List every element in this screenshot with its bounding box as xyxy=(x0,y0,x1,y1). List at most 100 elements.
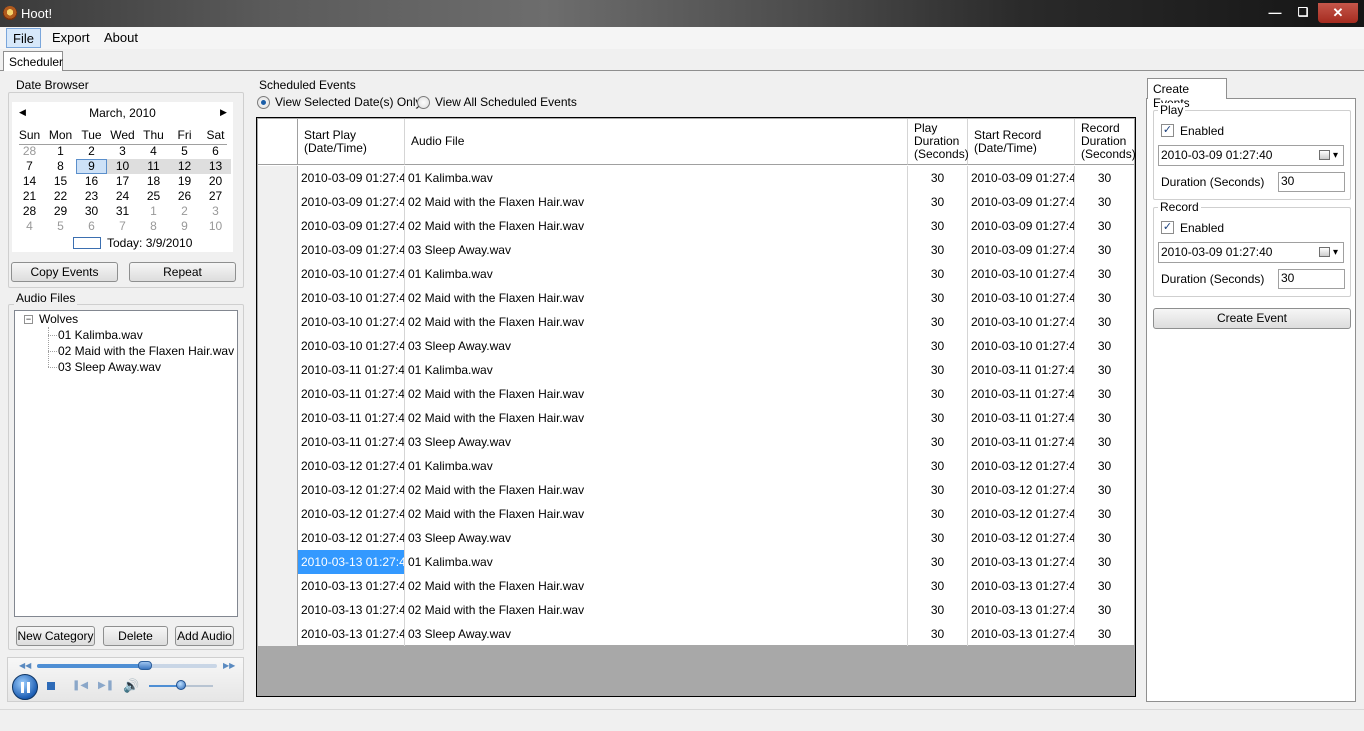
cell-play-duration[interactable]: 30 xyxy=(908,190,968,214)
calendar-day[interactable]: 29 xyxy=(45,204,76,219)
row-header[interactable] xyxy=(258,166,298,190)
dropdown-arrow-icon[interactable]: ▾ xyxy=(1333,243,1338,262)
calendar-day[interactable]: 30 xyxy=(76,204,107,219)
calendar-day[interactable]: 4 xyxy=(14,219,45,234)
table-row[interactable]: 2010-03-12 01:27:40 03 Sleep Away.wav 30 20… xyxy=(258,526,1134,550)
cell-play-duration[interactable]: 30 xyxy=(908,382,968,406)
cell-start-play[interactable]: 2010-03-10 01:27:40 xyxy=(298,334,405,358)
calendar-day[interactable]: 3 xyxy=(200,204,231,219)
calendar-day[interactable]: 12 xyxy=(169,159,200,174)
cell-record-duration[interactable]: 30 xyxy=(1075,454,1134,478)
calendar-day[interactable]: 27 xyxy=(200,189,231,204)
cell-record-duration[interactable]: 30 xyxy=(1075,598,1134,622)
cell-audio-file[interactable]: 01 Kalimba.wav xyxy=(405,358,908,382)
cell-play-duration[interactable]: 30 xyxy=(908,598,968,622)
table-row[interactable]: 2010-03-10 01:27:40 01 Kalimba.wav 30 2010-… xyxy=(258,262,1134,286)
calendar-icon[interactable] xyxy=(1319,150,1330,160)
calendar-day[interactable]: 21 xyxy=(14,189,45,204)
cell-start-record[interactable]: 2010-03-11 01:27:40 xyxy=(968,382,1075,406)
cell-start-play[interactable]: 2010-03-10 01:27:40 xyxy=(298,262,405,286)
cell-start-play[interactable]: 2010-03-13 01:27:40 xyxy=(298,550,405,574)
table-row[interactable]: 2010-03-11 01:27:40 02 Maid with the Flax… xyxy=(258,382,1134,406)
tree-category-wolves[interactable]: Wolves xyxy=(39,311,78,327)
cell-play-duration[interactable]: 30 xyxy=(908,574,968,598)
calendar-day[interactable]: 6 xyxy=(200,144,231,159)
cell-record-duration[interactable]: 30 xyxy=(1075,310,1134,334)
calendar-month-title[interactable]: March, 2010 xyxy=(12,106,233,120)
row-header[interactable] xyxy=(258,598,298,622)
cell-play-duration[interactable]: 30 xyxy=(908,286,968,310)
cell-start-play[interactable]: 2010-03-09 01:27:40 xyxy=(298,190,405,214)
calendar-day[interactable]: 31 xyxy=(107,204,138,219)
row-header[interactable] xyxy=(258,382,298,406)
calendar-day[interactable]: 19 xyxy=(169,174,200,189)
calendar-icon[interactable] xyxy=(1319,247,1330,257)
play-datetime-picker[interactable]: 2010-03-09 01:27:40 ▾ xyxy=(1158,145,1344,166)
cell-start-record[interactable]: 2010-03-11 01:27:40 xyxy=(968,430,1075,454)
row-header[interactable] xyxy=(258,262,298,286)
calendar-day[interactable]: 26 xyxy=(169,189,200,204)
row-header[interactable] xyxy=(258,502,298,526)
cell-play-duration[interactable]: 30 xyxy=(908,214,968,238)
month-calendar[interactable]: ◀ March, 2010 ▶ Sun Mon Tue Wed Thu Fri Sat 28… xyxy=(12,102,233,252)
cell-start-play[interactable]: 2010-03-13 01:27:40 xyxy=(298,622,405,646)
cell-audio-file[interactable]: 02 Maid with the Flaxen Hair.wav xyxy=(405,286,908,310)
cell-audio-file[interactable]: 03 Sleep Away.wav xyxy=(405,526,908,550)
row-header[interactable] xyxy=(258,286,298,310)
table-row[interactable]: 2010-03-13 01:27:40 02 Maid with the Flax… xyxy=(258,574,1134,598)
cell-start-play[interactable]: 2010-03-09 01:27:40 xyxy=(298,166,405,190)
row-header[interactable] xyxy=(258,334,298,358)
cell-start-record[interactable]: 2010-03-10 01:27:40 xyxy=(968,262,1075,286)
calendar-day[interactable]: 28 xyxy=(14,144,45,159)
cell-play-duration[interactable]: 30 xyxy=(908,502,968,526)
row-header[interactable] xyxy=(258,190,298,214)
events-grid[interactable]: Start Play (Date/Time) Audio File Play D… xyxy=(256,117,1136,697)
row-header[interactable] xyxy=(258,550,298,574)
cell-audio-file[interactable]: 03 Sleep Away.wav xyxy=(405,622,908,646)
cell-record-duration[interactable]: 30 xyxy=(1075,190,1134,214)
calendar-day[interactable]: 5 xyxy=(45,219,76,234)
cell-start-play[interactable]: 2010-03-10 01:27:40 xyxy=(298,310,405,334)
menu-export[interactable]: Export xyxy=(46,28,96,48)
calendar-day[interactable]: 20 xyxy=(200,174,231,189)
table-row[interactable]: 2010-03-13 01:27:40 01 Kalimba.wav 30 2010-… xyxy=(258,550,1134,574)
table-row[interactable]: 2010-03-09 01:27:40 03 Sleep Away.wav 30 20… xyxy=(258,238,1134,262)
view-all-radio[interactable] xyxy=(417,96,430,109)
volume-track[interactable] xyxy=(149,680,213,690)
cell-record-duration[interactable]: 30 xyxy=(1075,358,1134,382)
calendar-day[interactable]: 28 xyxy=(14,204,45,219)
cell-start-record[interactable]: 2010-03-11 01:27:40 xyxy=(968,358,1075,382)
calendar-day[interactable]: 8 xyxy=(138,219,169,234)
cell-start-play[interactable]: 2010-03-11 01:27:40 xyxy=(298,358,405,382)
cell-record-duration[interactable]: 30 xyxy=(1075,238,1134,262)
calendar-day[interactable]: 5 xyxy=(169,144,200,159)
volume-thumb[interactable] xyxy=(176,680,186,690)
calendar-next-arrow-icon[interactable]: ▶ xyxy=(220,107,227,118)
cell-start-record[interactable]: 2010-03-13 01:27:40 xyxy=(968,574,1075,598)
play-enabled-label[interactable]: Enabled xyxy=(1180,124,1224,138)
row-header[interactable] xyxy=(258,574,298,598)
cell-record-duration[interactable]: 30 xyxy=(1075,502,1134,526)
table-row[interactable]: 2010-03-10 01:27:40 03 Sleep Away.wav 30 20… xyxy=(258,334,1134,358)
row-header[interactable] xyxy=(258,622,298,646)
table-row[interactable]: 2010-03-11 01:27:40 03 Sleep Away.wav 30 20… xyxy=(258,430,1134,454)
calendar-day[interactable]: 25 xyxy=(138,189,169,204)
record-datetime-picker[interactable]: 2010-03-09 01:27:40 ▾ xyxy=(1158,242,1344,263)
cell-record-duration[interactable]: 30 xyxy=(1075,382,1134,406)
cell-start-record[interactable]: 2010-03-10 01:27:40 xyxy=(968,334,1075,358)
previous-icon[interactable]: ❚◀ xyxy=(72,680,88,691)
record-enabled-checkbox[interactable]: ✓ xyxy=(1161,221,1174,234)
repeat-button[interactable]: Repeat xyxy=(129,262,236,282)
tree-file-item[interactable]: 03 Sleep Away.wav xyxy=(58,359,161,375)
calendar-day[interactable]: 22 xyxy=(45,189,76,204)
cell-play-duration[interactable]: 30 xyxy=(908,406,968,430)
cell-record-duration[interactable]: 30 xyxy=(1075,406,1134,430)
cell-start-record[interactable]: 2010-03-12 01:27:40 xyxy=(968,454,1075,478)
audio-file-tree[interactable]: − Wolves 01 Kalimba.wav 02 Maid with the … xyxy=(14,310,238,617)
cell-record-duration[interactable]: 30 xyxy=(1075,622,1134,646)
cell-audio-file[interactable]: 01 Kalimba.wav xyxy=(405,550,908,574)
cell-play-duration[interactable]: 30 xyxy=(908,550,968,574)
menu-about[interactable]: About xyxy=(98,28,144,48)
calendar-day[interactable]: 8 xyxy=(45,159,76,174)
play-duration-input[interactable]: 30 xyxy=(1278,172,1345,192)
